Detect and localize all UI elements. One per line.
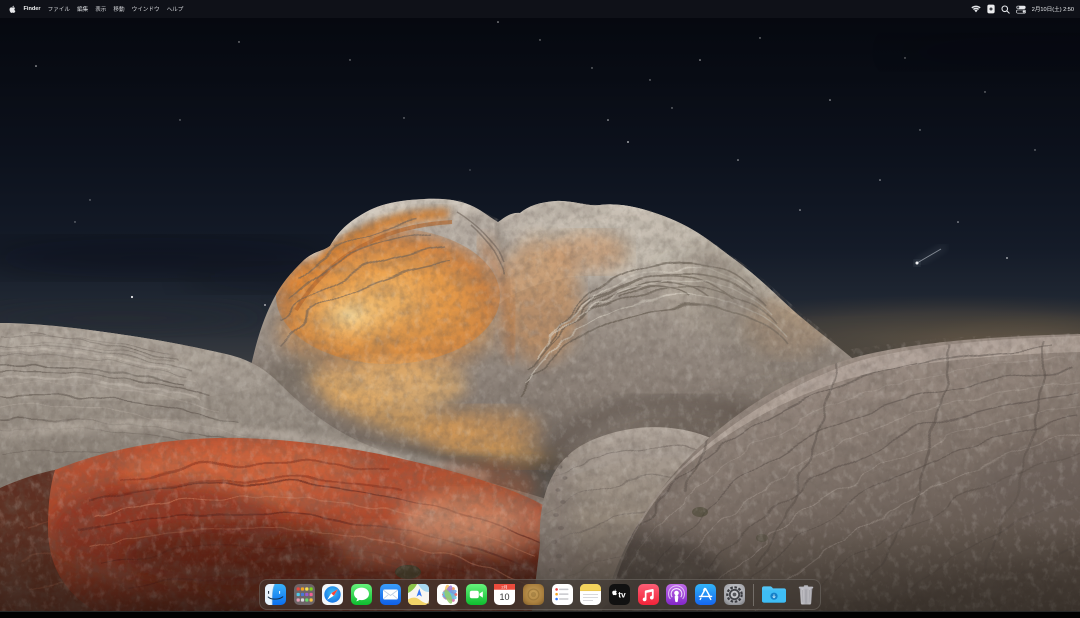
- svg-text:2月: 2月: [502, 585, 508, 590]
- svg-text:tv: tv: [618, 590, 626, 600]
- svg-text:10: 10: [500, 592, 510, 602]
